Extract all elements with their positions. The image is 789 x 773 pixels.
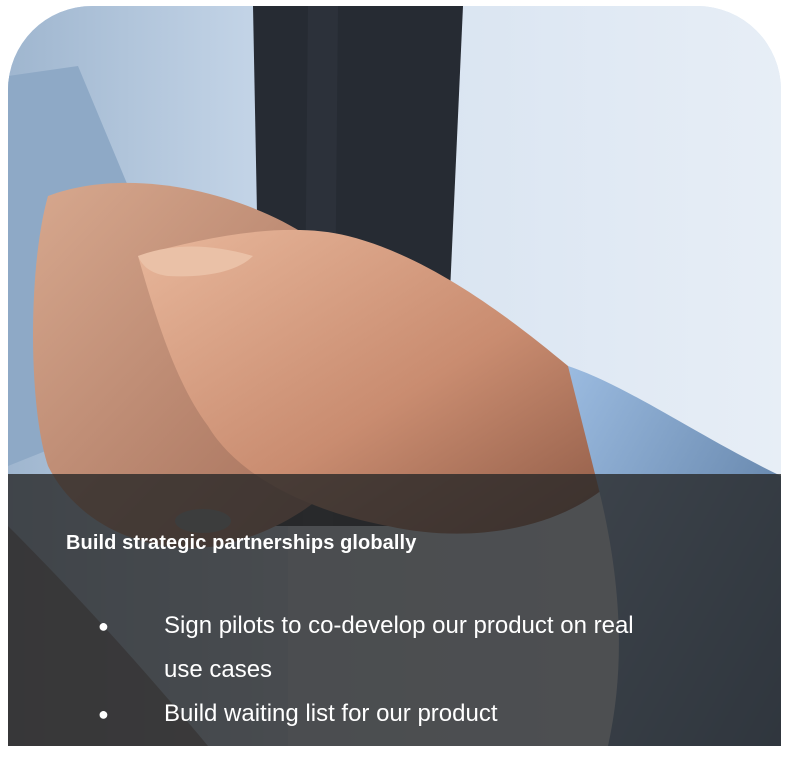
- card-headline: Build strategic partnerships globally: [66, 532, 417, 554]
- bullet-text: Build waiting list for our product: [164, 700, 498, 727]
- bullet-icon: ●: [98, 616, 109, 636]
- list-item: ● Sign pilots to co-develop our product …: [96, 604, 656, 692]
- list-item: ● Build waiting list for our product: [96, 692, 656, 736]
- bullet-list: ● Sign pilots to co-develop our product …: [96, 604, 656, 736]
- partnership-card: Build strategic partnerships globally ● …: [8, 6, 781, 746]
- bullet-icon: ●: [98, 704, 109, 724]
- bullet-text: Sign pilots to co-develop our product on…: [164, 612, 634, 683]
